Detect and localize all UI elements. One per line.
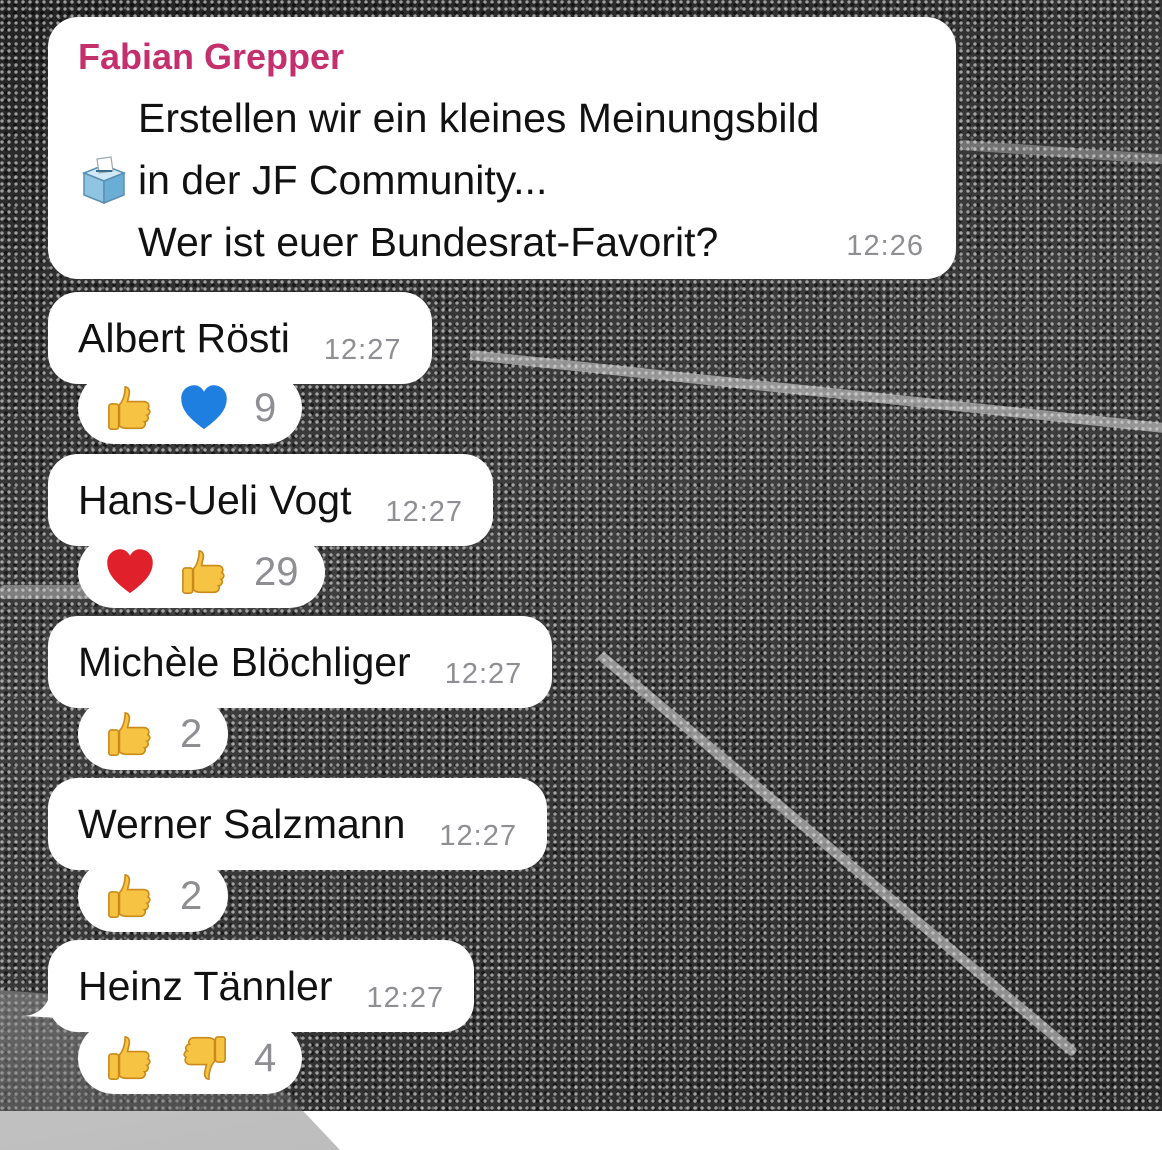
message-text-content: Erstellen wir ein kleines Meinungsbild i… [138, 95, 820, 265]
reply-bubble[interactable]: Heinz Tännler 12:27 [48, 940, 475, 1032]
reply-bubble[interactable]: Werner Salzmann 12:27 [48, 778, 547, 870]
reaction-pill[interactable]: 2 [78, 698, 229, 770]
thumbs-up-icon [104, 708, 156, 760]
chat-thread: Fabian Grepper Erstellen wir ein kleines… [0, 0, 1162, 1111]
reaction-count: 4 [254, 1035, 277, 1080]
message-time: 12:27 [439, 819, 517, 852]
message-time: 12:27 [366, 981, 445, 1014]
message-time: 12:27 [444, 657, 523, 690]
reply-text: Hans-Ueli Vogt [78, 476, 352, 523]
sender-name[interactable]: Fabian Grepper [78, 37, 926, 77]
reaction-count: 9 [254, 385, 277, 430]
reaction-pill[interactable]: 9 [78, 372, 303, 444]
red-heart-icon [104, 546, 156, 598]
reply-bubble[interactable]: Hans-Ueli Vogt 12:27 [48, 454, 494, 546]
thumbs-up-icon [104, 870, 156, 922]
reply-text: Heinz Tännler [78, 962, 333, 1009]
message-time: 12:26 [846, 230, 924, 262]
reply-text: Werner Salzmann [78, 800, 406, 847]
message-time: 12:27 [323, 333, 402, 366]
message-time: 12:27 [385, 495, 464, 528]
blue-heart-icon [178, 382, 230, 434]
reply-bubble[interactable]: Albert Rösti 12:27 [48, 292, 432, 384]
thumbs-up-icon [104, 382, 156, 434]
reaction-count: 2 [180, 711, 203, 756]
reaction-pill[interactable]: 29 [78, 536, 325, 608]
reaction-count: 29 [254, 549, 299, 594]
message-text: Erstellen wir ein kleines Meinungsbild i… [78, 87, 926, 273]
reaction-pill[interactable]: 4 [78, 1022, 303, 1094]
thumbs-up-icon [104, 1032, 156, 1084]
thumbs-down-icon [178, 1032, 230, 1084]
reply-bubble[interactable]: Michèle Blöchliger 12:27 [48, 616, 553, 708]
reply-text: Michèle Blöchliger [78, 638, 411, 685]
ballot-box-icon [78, 91, 130, 205]
reaction-pill[interactable]: 2 [78, 860, 229, 932]
reaction-count: 2 [180, 873, 203, 918]
reply-text: Albert Rösti [78, 314, 290, 361]
message-bubble[interactable]: Fabian Grepper Erstellen wir ein kleines… [48, 17, 956, 279]
thumbs-up-icon [178, 546, 230, 598]
